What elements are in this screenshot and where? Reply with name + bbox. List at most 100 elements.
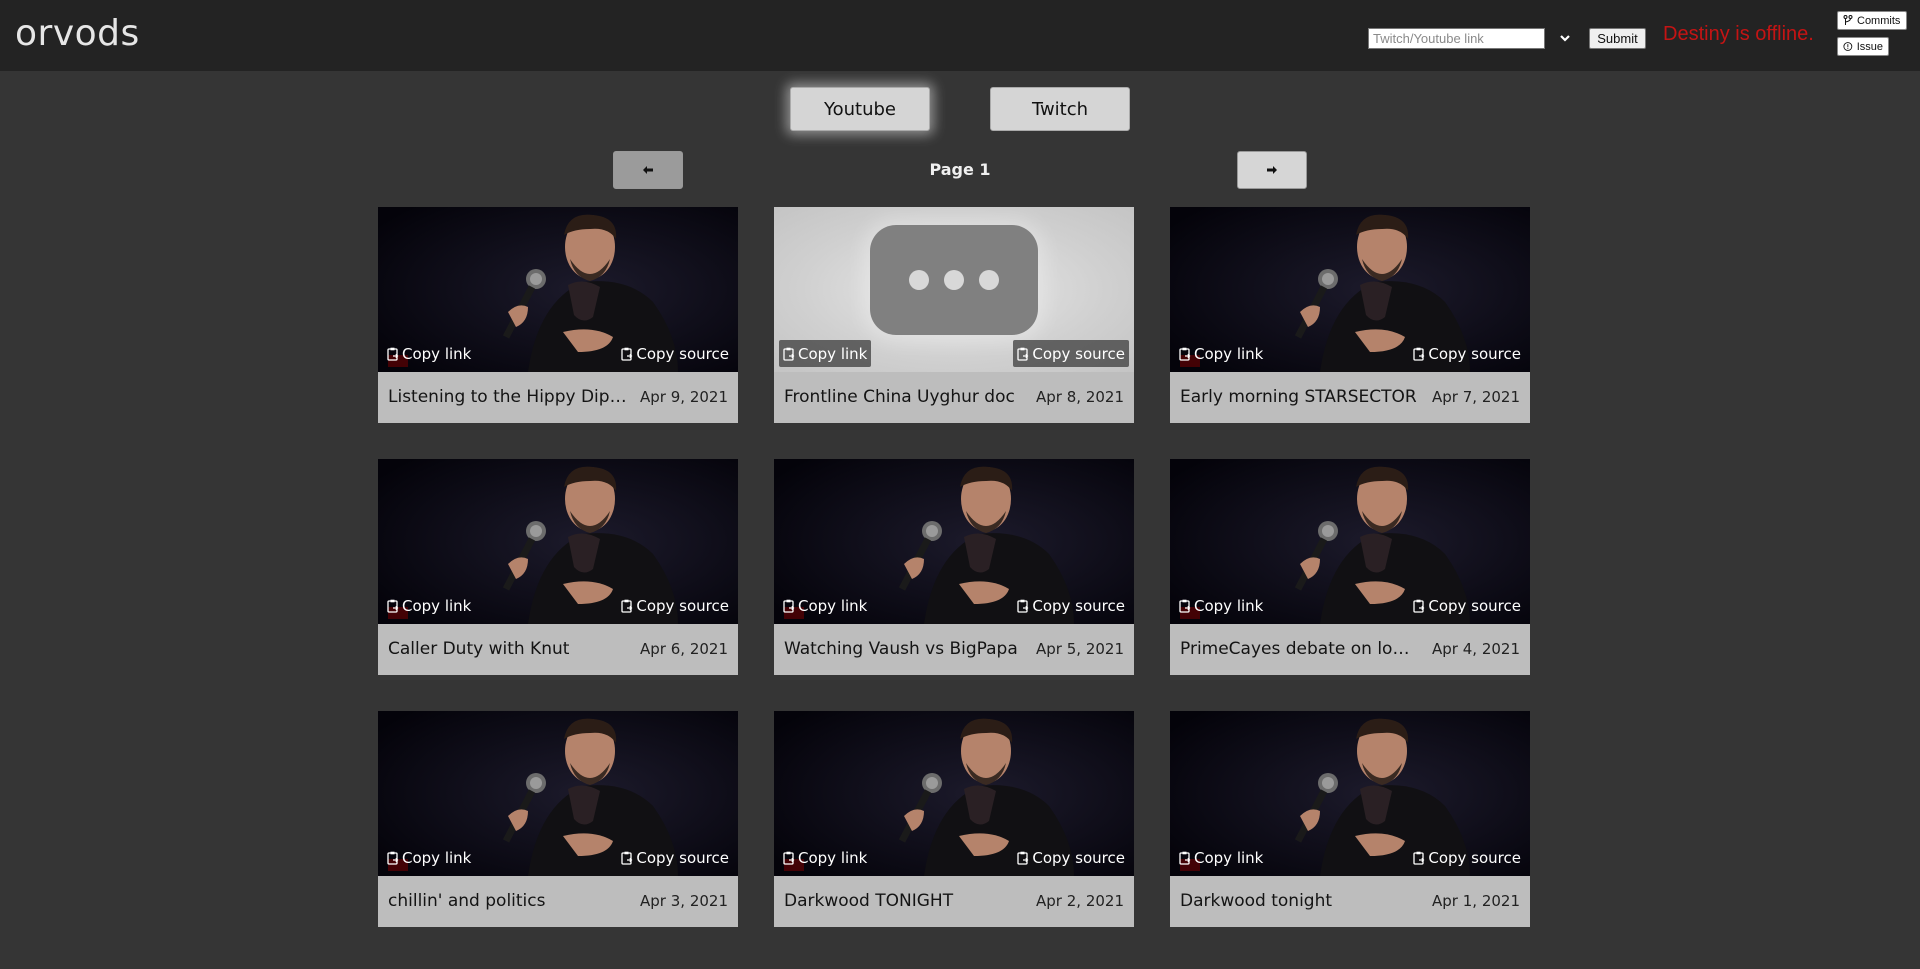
copy-link-button[interactable]: Copy link — [383, 844, 475, 871]
copy-source-button[interactable]: Copy source — [1013, 844, 1129, 871]
copy-source-label: Copy source — [1428, 848, 1521, 867]
vod-date: Apr 6, 2021 — [640, 640, 728, 658]
commits-button[interactable]: Commits — [1837, 11, 1907, 30]
clipboard-icon — [387, 851, 399, 865]
arrow-right-icon — [1267, 166, 1277, 174]
clipboard-icon — [1017, 851, 1029, 865]
vod-card[interactable]: Copy link Copy source Darkwood TONIGHT A… — [774, 711, 1134, 927]
clipboard-icon — [783, 851, 795, 865]
copy-link-button[interactable]: Copy link — [779, 592, 871, 619]
copy-link-button[interactable]: Copy link — [383, 340, 475, 367]
placeholder-thumbnail — [870, 225, 1038, 335]
copy-link-label: Copy link — [798, 848, 868, 867]
vod-thumbnail[interactable]: Copy link Copy source — [1170, 711, 1530, 876]
vod-date: Apr 5, 2021 — [1036, 640, 1124, 658]
vod-date: Apr 1, 2021 — [1432, 892, 1520, 910]
vod-title[interactable]: Watching Vaush vs BigPapa — [784, 639, 1024, 659]
clipboard-icon — [1413, 599, 1425, 613]
issue-label: Issue — [1856, 40, 1883, 53]
tab-youtube[interactable]: Youtube — [790, 87, 930, 131]
copy-link-label: Copy link — [1194, 848, 1264, 867]
copy-source-label: Copy source — [636, 848, 729, 867]
copy-source-label: Copy source — [1032, 596, 1125, 615]
issue-button[interactable]: Issue — [1837, 37, 1889, 56]
copy-link-button[interactable]: Copy link — [779, 844, 871, 871]
clipboard-icon — [1017, 599, 1029, 613]
prev-page-button[interactable] — [613, 151, 683, 189]
vod-title[interactable]: Darkwood tonight — [1180, 891, 1420, 911]
clipboard-icon — [1413, 851, 1425, 865]
vod-title[interactable]: Early morning STARSECTOR — [1180, 387, 1420, 407]
vod-date: Apr 3, 2021 — [640, 892, 728, 910]
vod-date: Apr 8, 2021 — [1036, 388, 1124, 406]
vod-thumbnail[interactable]: Copy link Copy source — [378, 459, 738, 624]
copy-link-button[interactable]: Copy link — [383, 592, 475, 619]
copy-source-button[interactable]: Copy source — [617, 844, 733, 871]
dot — [979, 270, 999, 290]
vod-thumbnail[interactable]: Copy link Copy source — [378, 711, 738, 876]
vod-thumbnail[interactable]: Copy link Copy source — [774, 459, 1134, 624]
vod-card[interactable]: Copy link Copy source Caller Duty with K… — [378, 459, 738, 675]
vod-link-input[interactable] — [1368, 28, 1545, 49]
vod-thumbnail[interactable]: Copy link Copy source — [774, 711, 1134, 876]
clipboard-icon — [783, 347, 795, 361]
copy-link-label: Copy link — [1194, 344, 1264, 363]
stream-status: Destiny is offline. — [1663, 23, 1814, 45]
vod-card[interactable]: Copy link Copy source Darkwood tonight A… — [1170, 711, 1530, 927]
clipboard-icon — [1413, 347, 1425, 361]
vod-title[interactable]: PrimeCayes debate on lobbying — [1180, 639, 1420, 659]
dot — [944, 270, 964, 290]
clipboard-icon — [1179, 851, 1191, 865]
issue-icon — [1843, 42, 1853, 51]
vod-card[interactable]: Copy link Copy source chillin' and polit… — [378, 711, 738, 927]
copy-source-button[interactable]: Copy source — [617, 340, 733, 367]
copy-link-label: Copy link — [798, 596, 868, 615]
clipboard-icon — [783, 599, 795, 613]
clipboard-icon — [1017, 347, 1029, 361]
copy-link-label: Copy link — [402, 848, 472, 867]
tab-twitch[interactable]: Twitch — [990, 87, 1130, 131]
vod-card[interactable]: Copy link Copy source Listening to the H… — [378, 207, 738, 423]
copy-link-button[interactable]: Copy link — [1175, 844, 1267, 871]
link-type-select[interactable] — [1554, 27, 1576, 49]
copy-link-button[interactable]: Copy link — [1175, 340, 1267, 367]
next-page-button[interactable] — [1237, 151, 1307, 189]
vod-date: Apr 7, 2021 — [1432, 388, 1520, 406]
site-logo[interactable]: orvods — [15, 13, 140, 54]
copy-source-button[interactable]: Copy source — [1409, 592, 1525, 619]
vod-thumbnail[interactable]: Copy link Copy source — [378, 207, 738, 372]
vod-title[interactable]: chillin' and politics — [388, 891, 628, 911]
copy-link-label: Copy link — [1194, 596, 1264, 615]
copy-source-button[interactable]: Copy source — [1409, 844, 1525, 871]
top-bar: orvods Submit Destiny is offline. Commit… — [0, 0, 1920, 71]
copy-link-button[interactable]: Copy link — [1175, 592, 1267, 619]
clipboard-icon — [1179, 599, 1191, 613]
clipboard-icon — [621, 599, 633, 613]
vod-card[interactable]: Copy link Copy source Watching Vaush vs … — [774, 459, 1134, 675]
vod-title[interactable]: Frontline China Uyghur doc — [784, 387, 1024, 407]
copy-source-label: Copy source — [1428, 344, 1521, 363]
vod-thumbnail[interactable]: Copy link Copy source — [774, 207, 1134, 372]
copy-link-button[interactable]: Copy link — [779, 340, 872, 367]
clipboard-icon — [1179, 347, 1191, 361]
copy-source-button[interactable]: Copy source — [1013, 340, 1129, 367]
submit-button[interactable]: Submit — [1589, 28, 1646, 49]
copy-source-label: Copy source — [636, 344, 729, 363]
commits-label: Commits — [1857, 14, 1901, 27]
vod-title[interactable]: Listening to the Hippy Dippy Reddit — [388, 387, 628, 407]
vod-title[interactable]: Caller Duty with Knut — [388, 639, 628, 659]
copy-link-label: Copy link — [402, 344, 472, 363]
vod-card[interactable]: Copy link Copy source PrimeCayes debate … — [1170, 459, 1530, 675]
vod-thumbnail[interactable]: Copy link Copy source — [1170, 459, 1530, 624]
copy-source-button[interactable]: Copy source — [1013, 592, 1129, 619]
dot — [909, 270, 929, 290]
chevron-down-icon — [1560, 35, 1570, 42]
vod-title[interactable]: Darkwood TONIGHT — [784, 891, 1024, 911]
copy-source-button[interactable]: Copy source — [1409, 340, 1525, 367]
vod-card[interactable]: Copy link Copy source Early morning STAR… — [1170, 207, 1530, 423]
vod-thumbnail[interactable]: Copy link Copy source — [1170, 207, 1530, 372]
copy-link-label: Copy link — [402, 596, 472, 615]
copy-source-button[interactable]: Copy source — [617, 592, 733, 619]
clipboard-icon — [387, 347, 399, 361]
vod-card[interactable]: Copy link Copy source Frontline China Uy… — [774, 207, 1134, 423]
